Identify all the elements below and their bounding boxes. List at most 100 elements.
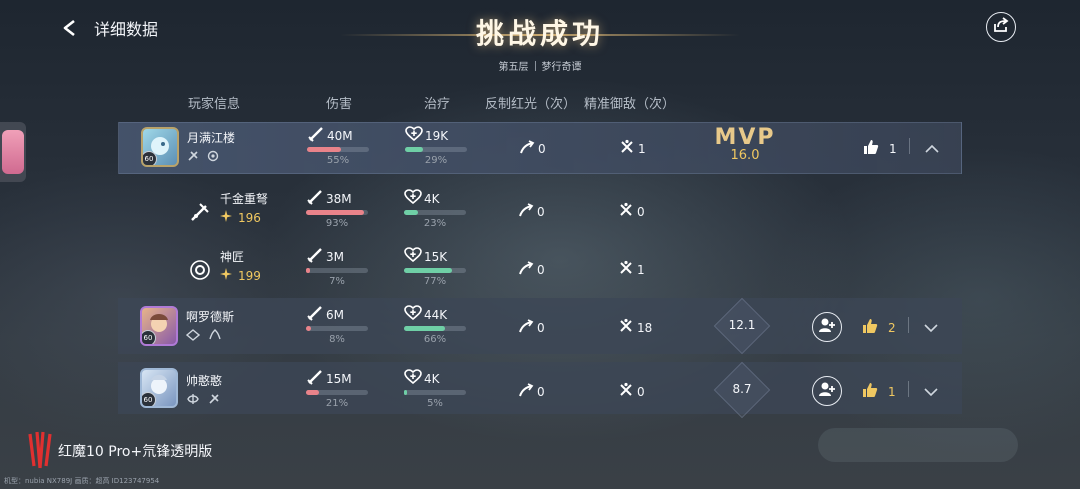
col-player: 玩家信息 xyxy=(188,97,241,112)
stage-subtitle: 第五层 梦行奇谭 xyxy=(340,58,740,73)
damage-bar xyxy=(307,147,369,152)
sword-icon xyxy=(306,369,324,389)
damage-bar xyxy=(306,268,368,273)
damage-value: 40M xyxy=(327,129,353,143)
sub-role-row: 神匠 199 3M 7% 15K 77% 0 1 xyxy=(118,244,962,296)
heal-bar-fill xyxy=(405,147,423,152)
badge-group xyxy=(186,329,222,341)
role-score-value: 199 xyxy=(238,268,261,283)
expand-toggle[interactable] xyxy=(918,378,944,404)
counter-stat: 0 xyxy=(518,260,545,279)
role-score: 196 xyxy=(220,210,261,225)
level-badge: 60 xyxy=(143,151,157,165)
damage-pct: 93% xyxy=(325,218,349,229)
precise-value: 18 xyxy=(637,320,653,335)
chevron-down-icon xyxy=(924,382,938,401)
mvp-label: MVP xyxy=(714,125,776,150)
damage-stat: 3M 7% xyxy=(306,248,376,287)
heal-value: 4K xyxy=(424,372,440,386)
damage-bar xyxy=(306,326,368,331)
heal-stat: 44K 66% xyxy=(404,305,474,345)
heal-bar xyxy=(404,390,466,395)
device-info: 机型：nubia NX789J 画质：超高 ID123747954 xyxy=(4,477,160,485)
counter-stat: 0 xyxy=(519,139,546,158)
role-name: 神匠 xyxy=(220,250,245,264)
avatar[interactable]: 60 xyxy=(141,127,179,167)
share-button[interactable] xyxy=(986,12,1016,42)
divider xyxy=(909,138,910,154)
heal-bar xyxy=(404,268,466,273)
back-arrow-icon xyxy=(60,18,80,38)
damage-bar-fill xyxy=(306,210,364,215)
precise-stat: 18 xyxy=(618,318,652,337)
thumbs-up-icon xyxy=(862,318,878,338)
like-button[interactable]: 2 xyxy=(862,318,896,338)
heal-stat: 4K 23% xyxy=(404,189,474,229)
damage-pct: 21% xyxy=(325,398,349,409)
page-title: 挑战成功 xyxy=(475,17,604,50)
col-counter: 反制红光（次） xyxy=(485,97,577,112)
player-name: 啊罗德斯 xyxy=(186,310,235,324)
heal-pct: 77% xyxy=(423,276,447,287)
player-row[interactable]: 60 啊罗德斯 6M 8% 44K 66% 0 18 12.1 2 xyxy=(118,297,962,355)
damage-value: 6M xyxy=(326,308,344,322)
like-button[interactable]: 1 xyxy=(863,139,897,159)
damage-bar-fill xyxy=(306,268,311,273)
role-icon xyxy=(208,329,222,341)
precise-value: 1 xyxy=(638,141,646,156)
precise-stat: 0 xyxy=(618,202,645,221)
counter-icon xyxy=(518,382,534,401)
sword-icon xyxy=(306,305,324,325)
precise-stat: 0 xyxy=(618,382,645,401)
role-name: 千金重弩 xyxy=(220,192,269,206)
device-logo-icon xyxy=(26,430,54,474)
thumbs-up-icon xyxy=(863,139,879,159)
damage-bar xyxy=(306,390,368,395)
precise-value: 0 xyxy=(637,204,645,219)
damage-bar-fill xyxy=(306,390,320,395)
counter-value: 0 xyxy=(537,384,545,399)
counter-stat: 0 xyxy=(518,202,545,221)
heal-value: 19K xyxy=(425,129,449,143)
heal-bar-fill xyxy=(404,210,419,215)
result-header: 挑战成功 第五层 梦行奇谭 xyxy=(340,12,740,73)
heal-heart-icon xyxy=(405,126,423,146)
precise-value: 0 xyxy=(637,384,645,399)
heal-heart-icon xyxy=(404,189,422,209)
stage-name: 梦行奇谭 xyxy=(541,62,582,73)
counter-value: 0 xyxy=(537,320,545,335)
player-row-mvp[interactable]: 60 月满江楼 40M 55% 19K 29% 0 1 MVP 16.0 1 xyxy=(118,122,962,174)
counter-icon xyxy=(518,260,534,279)
role-icon xyxy=(208,393,220,405)
sect-icon xyxy=(186,393,200,405)
avatar[interactable]: 60 xyxy=(140,368,178,408)
add-friend-button[interactable] xyxy=(812,376,842,406)
damage-value: 3M xyxy=(326,250,344,264)
ghost-button[interactable] xyxy=(818,428,1018,462)
damage-bar-fill xyxy=(307,147,342,152)
side-tab[interactable] xyxy=(0,122,26,182)
divider xyxy=(908,381,909,397)
player-row[interactable]: 60 帅憨憨 15M 21% 4K 5% 0 0 8.7 1 xyxy=(118,361,962,419)
precise-stat: 1 xyxy=(619,139,646,158)
role-icon xyxy=(207,150,219,162)
sect-icon xyxy=(186,329,200,341)
heal-bar xyxy=(404,210,466,215)
device-name: 红魔10 Pro+氘锋透明版 xyxy=(58,444,213,460)
collapse-toggle[interactable] xyxy=(919,135,945,161)
like-count: 1 xyxy=(889,142,897,156)
heal-stat: 15K 77% xyxy=(404,247,474,287)
expand-toggle[interactable] xyxy=(918,314,944,340)
rating-score: 12.1 xyxy=(728,318,756,332)
add-friend-button[interactable] xyxy=(812,312,842,342)
avatar[interactable]: 60 xyxy=(140,306,178,346)
heal-bar-fill xyxy=(404,390,408,395)
col-damage: 伤害 xyxy=(326,97,353,112)
like-count: 2 xyxy=(888,321,896,335)
heal-heart-icon xyxy=(404,369,422,389)
badge-group xyxy=(186,393,220,405)
heal-bar-fill xyxy=(404,268,452,273)
back-button[interactable]: 详细数据 xyxy=(60,14,190,42)
side-tab-icon xyxy=(2,130,24,174)
like-button[interactable]: 1 xyxy=(862,382,896,402)
